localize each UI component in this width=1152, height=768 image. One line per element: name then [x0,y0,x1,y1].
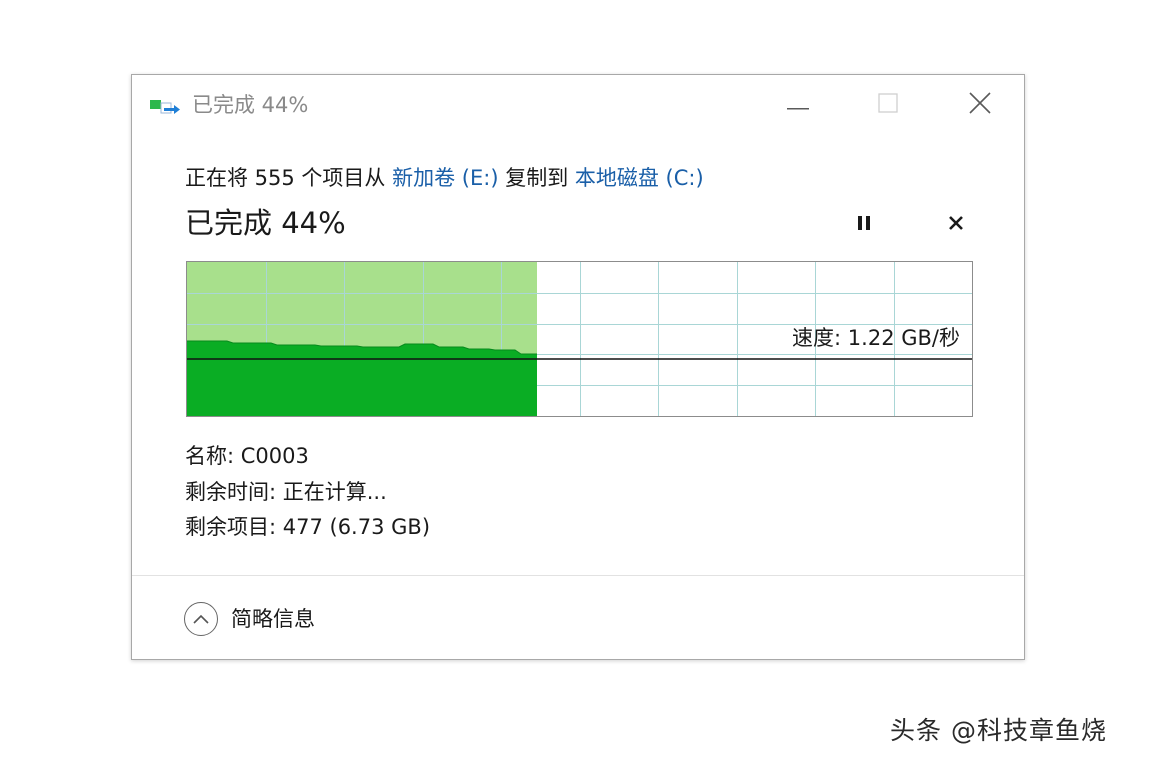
cancel-button[interactable] [938,209,974,241]
copy-dialog-window: 已完成 44% 正在将 555 个项目从 新加卷 (E:) 复制到 本地磁盘 (… [131,74,1025,660]
items-remaining: 剩余项目: 477 (6.73 GB) [185,515,431,539]
description-middle: 复制到 [498,166,575,190]
speed-history-base [187,358,537,416]
progress-title: 已完成 44% [185,206,346,240]
fewer-details-label: 简略信息 [231,607,315,631]
transfer-speed-graph: 速度: 1.22 GB/秒 [186,261,973,417]
footer-divider [132,575,1024,576]
watermark-text: 头条 @科技章鱼烧 [890,716,1107,745]
cancel-icon [947,214,965,236]
pause-button[interactable] [846,209,882,241]
destination-drive-link[interactable]: 本地磁盘 (C:) [575,166,704,190]
speed-label: 速度: 1.22 GB/秒 [792,326,960,350]
time-remaining: 剩余时间: 正在计算... [185,480,387,504]
source-drive-link[interactable]: 新加卷 (E:) [392,166,498,190]
chevron-up-icon [184,602,218,636]
file-name: 名称: C0003 [185,444,309,468]
copy-description: 正在将 555 个项目从 新加卷 (E:) 复制到 本地磁盘 (C:) [185,163,704,193]
pause-icon [856,214,872,236]
description-prefix: 正在将 555 个项目从 [185,166,393,190]
dialog-content: 正在将 555 个项目从 新加卷 (E:) 复制到 本地磁盘 (C:) 已完成 … [132,75,1024,659]
fewer-details-toggle[interactable]: 简略信息 [184,602,315,636]
